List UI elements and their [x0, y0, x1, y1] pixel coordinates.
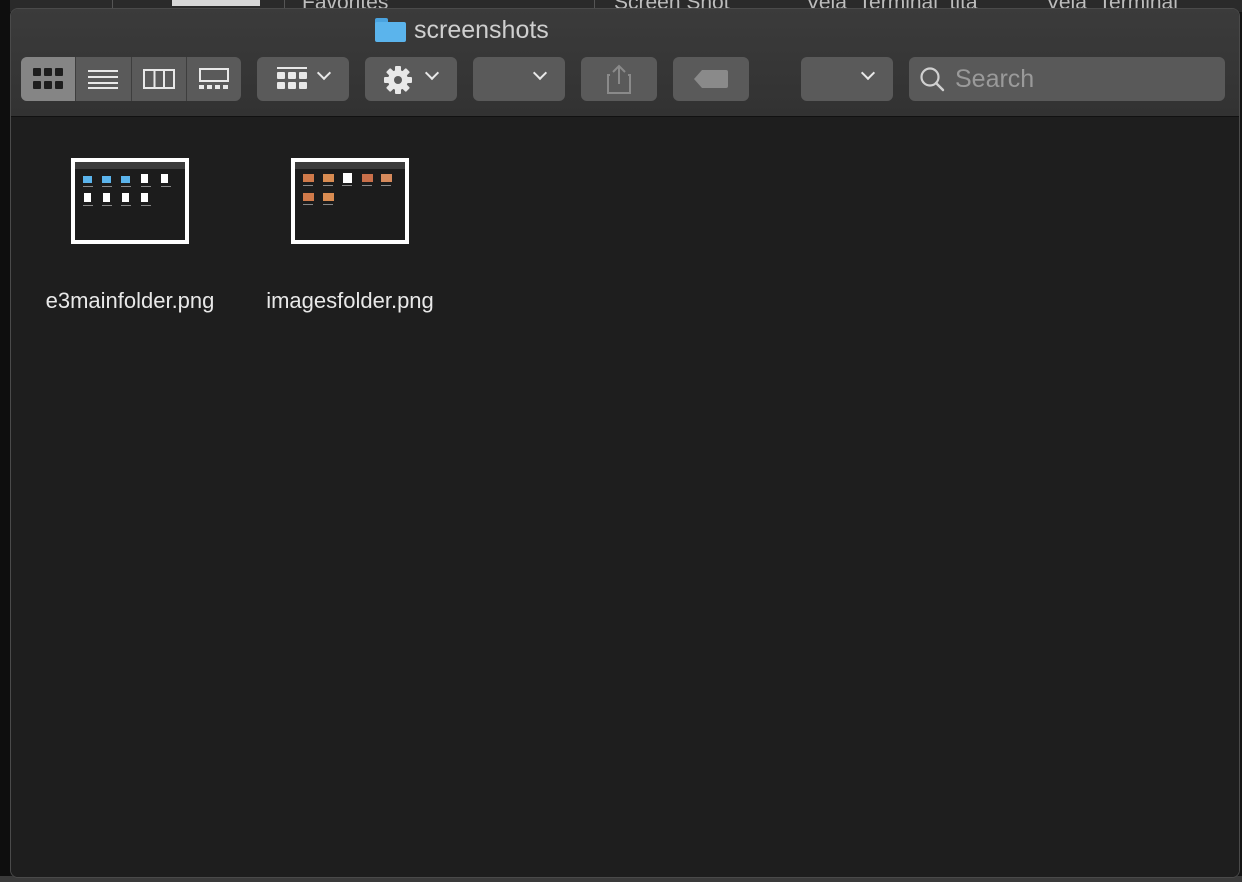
search-icon [920, 67, 945, 92]
tag-button[interactable] [673, 57, 749, 101]
column-view-button[interactable] [132, 57, 187, 101]
preview-label [121, 205, 131, 206]
grid-icon [33, 68, 64, 89]
file-name[interactable]: e3mainfolder.png [46, 288, 215, 314]
preview-toolbar [75, 162, 185, 169]
chevron-down-icon [532, 65, 548, 81]
preview-label [161, 186, 171, 187]
empty-dropdown-button[interactable] [473, 57, 565, 101]
preview-file-icon [122, 193, 129, 202]
group-grid-icon [277, 67, 307, 89]
folder-icon [375, 18, 406, 42]
search-field[interactable] [909, 57, 1225, 101]
background-edge [0, 0, 10, 882]
list-view-button[interactable] [76, 57, 132, 101]
toolbar: screenshots [11, 9, 1239, 117]
thumbnail-preview [75, 162, 185, 240]
preview-label [102, 186, 112, 187]
sort-dropdown-button[interactable] [801, 57, 893, 101]
list-icon [88, 70, 119, 89]
preview-label [303, 204, 313, 205]
preview-label [303, 185, 313, 186]
window-title: screenshots [375, 15, 549, 45]
preview-label [83, 186, 93, 187]
share-button[interactable] [581, 57, 657, 101]
tag-icon [694, 70, 728, 88]
preview-label [323, 185, 333, 186]
preview-image-icon [381, 174, 392, 182]
file-item[interactable]: imagesfolder.png [240, 158, 460, 314]
gallery-view-button[interactable] [187, 57, 241, 101]
chevron-down-icon [860, 65, 876, 81]
file-item[interactable]: e3mainfolder.png [20, 158, 240, 314]
preview-image-icon [303, 193, 314, 201]
preview-label [141, 186, 151, 187]
share-icon [607, 64, 631, 94]
background-thumbnail [172, 0, 260, 6]
file-thumbnail[interactable] [291, 158, 409, 244]
preview-image-icon [362, 174, 373, 182]
thumbnail-preview [295, 162, 405, 240]
preview-folder-icon [83, 176, 92, 183]
preview-file-icon [343, 173, 352, 183]
preview-image-icon [323, 193, 334, 201]
chevron-down-icon [316, 65, 332, 81]
preview-label [362, 185, 372, 186]
preview-label [381, 185, 391, 186]
columns-icon [142, 69, 175, 89]
preview-toolbar [295, 162, 405, 169]
preview-folder-icon [121, 176, 130, 183]
preview-file-icon [141, 193, 148, 202]
gallery-icon [198, 68, 229, 89]
finder-window: screenshots Search e3mainfolder.png imag… [10, 8, 1240, 878]
chevron-down-icon [424, 65, 440, 81]
preview-label [141, 205, 151, 206]
icon-view-button[interactable] [21, 57, 77, 101]
preview-image-icon [303, 174, 314, 182]
file-thumbnail[interactable] [71, 158, 189, 244]
preview-label [121, 186, 131, 187]
preview-label [342, 185, 352, 186]
preview-file-icon [84, 193, 91, 202]
preview-label [102, 205, 112, 206]
view-mode-control [21, 57, 241, 101]
preview-file-icon [161, 174, 168, 183]
file-area: e3mainfolder.png imagesfolder.png [11, 118, 1239, 877]
action-button[interactable] [365, 57, 457, 101]
file-name[interactable]: imagesfolder.png [266, 288, 434, 314]
gear-icon [384, 66, 412, 94]
preview-file-icon [141, 174, 148, 183]
search-input[interactable] [955, 64, 1205, 94]
preview-file-icon [103, 193, 110, 202]
preview-label [83, 205, 93, 206]
preview-image-icon [323, 174, 334, 182]
window-title-label: screenshots [414, 15, 549, 44]
preview-folder-icon [102, 176, 111, 183]
preview-label [323, 204, 333, 205]
group-by-button[interactable] [257, 57, 349, 101]
